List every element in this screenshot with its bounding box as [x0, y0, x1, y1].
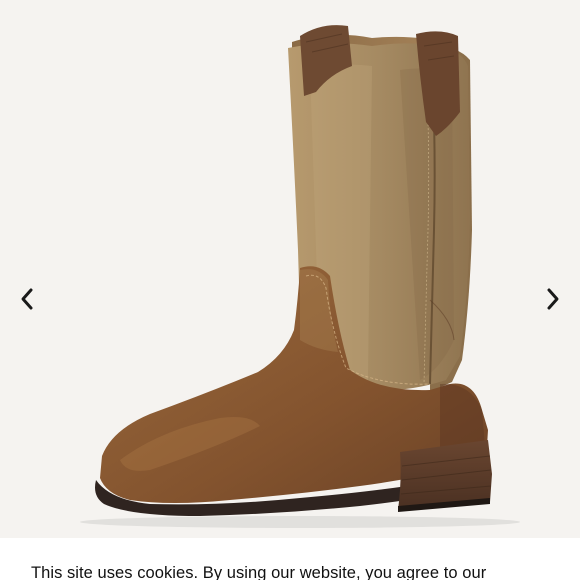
- chevron-right-icon: [547, 288, 559, 310]
- product-viewer: This site uses cookies. By using our web…: [0, 0, 580, 580]
- previous-image-button[interactable]: [11, 283, 43, 315]
- product-photo: [80, 25, 520, 528]
- image-gallery: [0, 0, 580, 538]
- cookie-notice-text: This site uses cookies. By using our web…: [31, 564, 487, 580]
- chevron-left-icon: [21, 288, 33, 310]
- cookie-banner: This site uses cookies. By using our web…: [0, 538, 580, 580]
- next-image-button[interactable]: [537, 283, 569, 315]
